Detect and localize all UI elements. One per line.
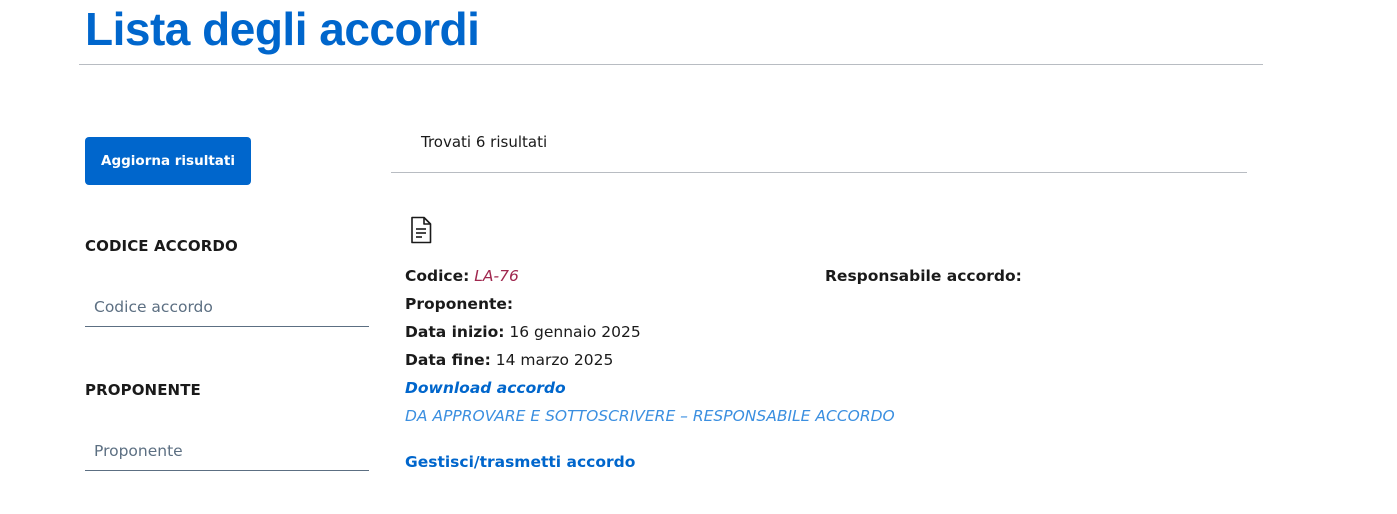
end-date-value: 14 marzo 2025 <box>495 351 614 369</box>
proponente-input[interactable] <box>85 431 369 471</box>
filter-label-proponente: PROPONENTE <box>85 381 201 399</box>
proponent-field: Proponente: <box>405 293 513 315</box>
filter-label-codice-accordo: CODICE ACCORDO <box>85 237 238 255</box>
refresh-results-button[interactable]: Aggiorna risultati <box>85 137 251 185</box>
manage-accordo-link[interactable]: Gestisci/trasmetti accordo <box>405 451 635 473</box>
start-date-field: Data inizio: 16 gennaio 2025 <box>405 321 641 343</box>
start-date-label: Data inizio: <box>405 323 505 341</box>
code-field: Codice: LA-76 <box>405 265 519 287</box>
download-accordo-link[interactable]: Download accordo <box>405 377 566 399</box>
start-date-value: 16 gennaio 2025 <box>509 323 641 341</box>
end-date-field: Data fine: 14 marzo 2025 <box>405 349 613 371</box>
code-value: LA-76 <box>474 267 519 285</box>
results-divider <box>391 172 1247 173</box>
document-icon <box>411 216 432 244</box>
code-label: Codice: <box>405 267 470 285</box>
status-text: DA APPROVARE E SOTTOSCRIVERE – RESPONSAB… <box>405 407 895 425</box>
codice-accordo-input[interactable] <box>85 287 369 327</box>
proponent-label: Proponente: <box>405 295 514 313</box>
page: Lista degli accordi Aggiorna risultati C… <box>0 0 1397 514</box>
end-date-label: Data fine: <box>405 351 491 369</box>
results-count: Trovati 6 risultati <box>421 133 548 151</box>
responsible-label: Responsabile accordo: <box>825 267 1022 285</box>
title-divider <box>79 64 1263 65</box>
page-title: Lista degli accordi <box>85 3 480 55</box>
